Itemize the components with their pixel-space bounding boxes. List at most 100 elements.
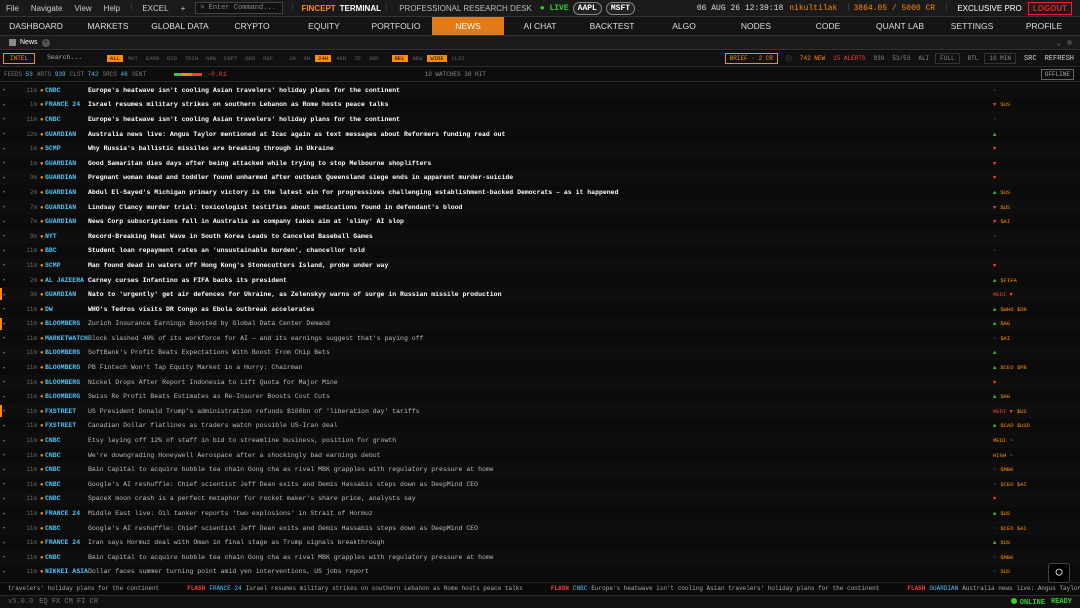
news-source[interactable]: GUARDIAN [45, 131, 88, 138]
news-headline[interactable]: Record-Breaking Heat Wave in South Korea… [88, 233, 993, 240]
news-headline[interactable]: Middle East live: Oil tanker reports 'tw… [88, 510, 993, 517]
news-source[interactable]: MARKETWATCH [45, 335, 88, 342]
workspace-tab-news[interactable]: News [20, 39, 38, 46]
ticker-tags[interactable]: $US [1000, 189, 1010, 196]
news-source[interactable]: DW [45, 306, 88, 313]
chevron-down-icon[interactable]: ⌄ [1056, 38, 1061, 48]
ticker-tags[interactable]: $CEO $PB [1000, 364, 1026, 371]
news-headline[interactable]: Europe's heatwave isn't cooling Asian tr… [88, 87, 993, 94]
ticker-item[interactable]: FLASH FRANCE 24 Israel resumes military st… [187, 585, 523, 592]
news-row[interactable]: ▸ 11m ● BLOOMBERG Nickel Drops After Report … [0, 374, 1080, 390]
category-chip-def[interactable]: DEF [260, 55, 276, 62]
alerts-count[interactable]: 15 ALERTS [833, 55, 865, 62]
ticker-tags[interactable]: $MBK [1000, 466, 1013, 473]
nav-tab-settings[interactable]: SETTINGS [936, 17, 1008, 35]
news-source[interactable]: CNBC [45, 525, 88, 532]
news-headline[interactable]: Abdul El-Sayed's Michigan primary victor… [88, 189, 993, 196]
ticker-item[interactable]: travelers' holiday plans for the contine… [0, 585, 159, 592]
menu-navigate[interactable]: Navigate [25, 4, 69, 13]
news-source[interactable]: FRANCE 24 [45, 510, 88, 517]
news-row[interactable]: ▸ 11m ● CNBC We're downgrading Honeywell Aer… [0, 448, 1080, 463]
news-row[interactable]: ▸ 11m ● DW WHO's Tedros visits DR Congo as E… [0, 302, 1080, 317]
username[interactable]: nikultilak [789, 4, 843, 13]
excel-button[interactable]: EXCEL [136, 4, 174, 13]
news-row[interactable]: ▸ 11m ● BLOOMBERG Swiss Re Profit Beats Esti… [0, 389, 1080, 404]
news-headline[interactable]: Dollar faces summer turning point amid y… [88, 568, 993, 575]
news-source[interactable]: BLOOMBERG [45, 349, 88, 356]
news-headline[interactable]: Israel resumes military strikes on south… [88, 101, 993, 108]
nav-tab-algo[interactable]: ALGO [648, 17, 720, 35]
time-chip-1h[interactable]: 1H [286, 55, 299, 62]
ticker-tags[interactable]: $US [1000, 539, 1010, 546]
news-headline[interactable]: Block slashed 40% of its workforce for A… [88, 335, 993, 342]
news-headline[interactable]: Zurich Insurance Earnings Boosted by Glo… [88, 320, 993, 327]
news-source[interactable]: CNBC [45, 466, 88, 473]
command-input[interactable]: > Enter Command... [195, 2, 284, 14]
news-row[interactable]: ▸ 11m ● CNBC Bain Capital to acquire bubble … [0, 462, 1080, 478]
news-row[interactable]: ▸ 11m ● BLOOMBERG PB Fintech Won't Tap Equit… [0, 360, 1080, 375]
news-headline[interactable]: Iran says Hormuz deal with Oman in final… [88, 539, 993, 546]
close-icon[interactable]: ⊗ [1067, 38, 1072, 48]
ticker-tags[interactable]: $AI [1000, 218, 1010, 225]
nav-tab-code[interactable]: CODE [792, 17, 864, 35]
nav-tab-profile[interactable]: PROFILE [1008, 17, 1080, 35]
time-chip-30d[interactable]: 30D [366, 55, 382, 62]
ticker-tags[interactable]: $FIFA [1000, 277, 1017, 284]
news-row[interactable]: ▸ 11m ● CNBC Europe's heatwave isn't cooling… [0, 112, 1080, 127]
news-headline[interactable]: Google's AI reshuffle: Chief scientist J… [88, 525, 993, 532]
nav-tab-dashboard[interactable]: DASHBOARD [0, 17, 72, 35]
news-row[interactable]: ▸ 7m ● GUARDIAN News Corp subscriptions fall… [0, 214, 1080, 229]
sort-chip-new[interactable]: NEW [410, 55, 426, 62]
category-chip-nrg[interactable]: NRG [203, 55, 219, 62]
ticker-item[interactable]: FLASH CNBC Europe's heatwave isn't cooling… [551, 585, 879, 592]
news-source[interactable]: BLOOMBERG [45, 393, 88, 400]
ticker-tags[interactable]: $US [1000, 101, 1010, 108]
nav-tab-ai-chat[interactable]: AI CHAT [504, 17, 576, 35]
sort-chip-clst[interactable]: CLST [449, 55, 468, 62]
brief-button[interactable]: BRIEF · 2 CR [724, 53, 778, 64]
news-source[interactable]: CNBC [45, 87, 88, 94]
news-source[interactable]: FXSTREET [45, 422, 88, 429]
nav-tab-equity[interactable]: EQUITY [288, 17, 360, 35]
news-row[interactable]: ▸ 2m ● GUARDIAN Abdul El-Sayed's Michigan pr… [0, 185, 1080, 200]
category-chip-crpt[interactable]: CRPT [221, 55, 240, 62]
full-toggle[interactable]: FULL [935, 53, 960, 64]
news-headline[interactable]: Man found dead in waters off Hong Kong's… [88, 262, 993, 269]
news-row[interactable]: ▸ 11m ● FRANCE 24 Middle East live: Oil tank… [0, 506, 1080, 521]
news-source[interactable]: GUARDIAN [45, 174, 88, 181]
news-headline[interactable]: Nato to 'urgently' get air defences for … [88, 291, 993, 298]
menu-help[interactable]: Help [98, 4, 126, 13]
news-headline[interactable]: Carney curses Infantino as FIFA backs it… [88, 277, 993, 284]
news-source[interactable]: GUARDIAN [45, 218, 88, 225]
news-headline[interactable]: Why Russia's ballistic missiles are brea… [88, 145, 993, 152]
news-headline[interactable]: Student loan repayment rates an 'unsusta… [88, 247, 993, 254]
news-row[interactable]: ▸ 9m ● GUARDIAN Pregnant woman dead and todd… [0, 170, 1080, 186]
news-row[interactable]: ▸ 11m ● FXSTREET US President Donald Trump's… [0, 404, 1080, 419]
ali-toggle[interactable]: ALI [918, 55, 929, 62]
intel-button[interactable]: INTEL [3, 53, 36, 64]
ticker-tags[interactable]: $CAD $USD [1000, 422, 1030, 429]
news-headline[interactable]: Google's AI reshuffle: Chief scientist J… [88, 481, 993, 488]
offline-button[interactable]: OFFLINE [1040, 68, 1074, 80]
news-source[interactable]: CNBC [45, 495, 88, 502]
btl-toggle[interactable]: BTL [968, 55, 979, 62]
news-headline[interactable]: Australia news live: Angus Taylor mentio… [88, 131, 993, 138]
news-headline[interactable]: Bain Capital to acquire bubble tea chain… [88, 466, 993, 473]
sort-chip-rel[interactable]: REL [391, 55, 408, 62]
category-chip-earn[interactable]: EARN [143, 55, 162, 62]
news-source[interactable]: NYT [45, 233, 88, 240]
news-source[interactable]: FRANCE 24 [45, 101, 88, 108]
news-row[interactable]: ▸ 1m ● GUARDIAN Good Samaritan dies days aft… [0, 156, 1080, 171]
news-source[interactable]: CNBC [45, 452, 88, 459]
news-row[interactable]: ▸ 11m ● SCMP Man found dead in waters off Ho… [0, 258, 1080, 273]
news-row[interactable]: ▸ 7m ● GUARDIAN Lindsay Clancy murder trial:… [0, 199, 1080, 215]
news-row[interactable]: ▸ 3m ● GUARDIAN Nato to 'urgently' get air d… [0, 287, 1080, 302]
news-headline[interactable]: Good Samaritan dies days after being att… [88, 160, 993, 167]
news-source[interactable]: SCMP [45, 262, 88, 269]
news-headline[interactable]: Europe's heatwave isn't cooling Asian tr… [88, 116, 993, 123]
news-row[interactable]: ▸ 11m ● FRANCE 24 Iran says Hormuz deal with… [0, 535, 1080, 550]
news-row[interactable]: ▸ 11m ● CNBC Google's AI reshuffle: Chief sc… [0, 477, 1080, 492]
news-headline[interactable]: SoftBank's Profit Beats Expectations Wit… [88, 349, 993, 356]
menu-file[interactable]: File [0, 4, 25, 13]
news-row[interactable]: ▸ 11m ● CNBC Google's AI reshuffle: Chief sc… [0, 520, 1080, 536]
